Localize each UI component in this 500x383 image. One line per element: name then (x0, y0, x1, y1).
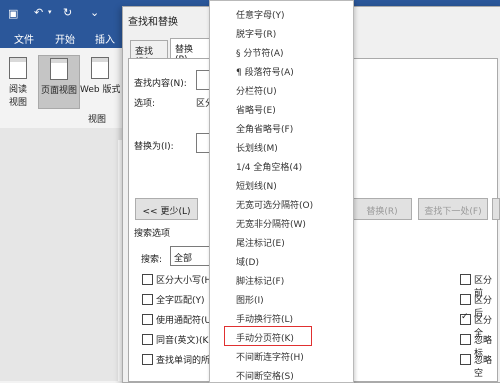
menu-item[interactable]: 图形(I) (236, 293, 264, 306)
menu-item[interactable]: 短划线(N) (236, 179, 277, 192)
page-icon (50, 58, 68, 80)
word-forms-label: 查找单词的所 (156, 356, 211, 366)
whole-word-checkbox[interactable] (142, 294, 153, 305)
sounds-like-label: 同音(英文)(K) (156, 336, 212, 346)
menu-item[interactable]: 分栏符(U) (236, 84, 277, 97)
replace-button[interactable]: 替换(R) (352, 198, 412, 220)
menu-item[interactable]: 脚注标记(F) (236, 274, 284, 287)
menu-item[interactable]: 省略号(E) (236, 103, 276, 116)
tab-insert[interactable]: 插入 (95, 31, 115, 46)
menu-item[interactable]: 手动换行符(L) (236, 312, 293, 325)
web-layout-button[interactable]: Web 版式 (80, 55, 120, 107)
ignore-space-label: 忽略空 (474, 356, 493, 379)
print-layout-button[interactable]: 页面视图 (38, 55, 80, 109)
replace-with-label: 替换为(I): (134, 142, 174, 152)
web-page-icon (91, 57, 109, 79)
menu-item[interactable]: 任意字母(Y) (236, 8, 285, 21)
redo-icon[interactable]: ↻ (63, 6, 72, 19)
book-icon (9, 57, 27, 79)
view-group-label: 视图 (88, 115, 107, 125)
menu-item[interactable]: 不间断空格(S) (236, 369, 294, 382)
undo-dropdown-icon[interactable]: ▾ (48, 8, 52, 16)
match-width-checkbox[interactable] (460, 312, 471, 325)
options-label: 选项: (134, 99, 156, 109)
tab-home[interactable]: 开始 (55, 31, 75, 46)
menu-item[interactable]: 尾注标记(E) (236, 236, 285, 249)
dialog-title: 查找和替换 (128, 17, 178, 28)
word-forms-checkbox[interactable] (142, 354, 153, 365)
menu-item[interactable]: 全角省略号(F) (236, 122, 293, 135)
menu-item[interactable]: § 分节符(A) (236, 46, 284, 59)
menu-item[interactable]: 脱字号(R) (236, 27, 276, 40)
sounds-like-checkbox[interactable] (142, 334, 153, 345)
tab-file[interactable]: 文件 (14, 31, 34, 46)
wildcards-checkbox[interactable] (142, 314, 153, 325)
read-mode-button[interactable]: 阅读 视图 (5, 55, 31, 108)
match-suffix-checkbox[interactable] (460, 294, 471, 305)
save-icon[interactable]: ▣ (8, 7, 18, 20)
search-direction-select[interactable]: 全部 (170, 246, 211, 266)
search-direction-label: 搜索: (141, 255, 163, 265)
search-options-label: 搜索选项 (134, 229, 171, 239)
customize-toolbar-icon[interactable]: ⌄ (90, 6, 99, 19)
menu-item[interactable]: 无宽非分隔符(W) (236, 217, 306, 230)
ignore-punct-checkbox[interactable] (460, 334, 471, 345)
highlight-box (224, 326, 312, 346)
menu-item[interactable]: ¶ 段落符号(A) (236, 65, 294, 78)
menu-item[interactable]: 不间断连字符(H) (236, 350, 304, 363)
menu-item[interactable]: 域(D) (236, 255, 259, 268)
wildcards-label: 使用通配符(U) (156, 316, 215, 326)
ignore-space-checkbox[interactable] (460, 354, 471, 365)
find-next-button[interactable]: 查找下一处(F) (418, 198, 488, 220)
match-case-checkbox[interactable] (142, 274, 153, 285)
menu-item[interactable]: 无宽可选分隔符(O) (236, 198, 313, 211)
tab-replace[interactable]: 替换(P) (170, 38, 210, 65)
tab-find[interactable]: 查找(D) (130, 40, 168, 67)
less-button[interactable]: << 更少(L) (135, 198, 198, 220)
undo-icon[interactable]: ↶ (34, 6, 43, 19)
whole-word-label: 全字匹配(Y) (156, 296, 205, 306)
match-prefix-checkbox[interactable] (460, 274, 471, 285)
find-what-label: 查找内容(N): (134, 79, 187, 89)
cancel-button-partial[interactable] (492, 198, 500, 220)
menu-item[interactable]: 1/4 全角空格(4) (236, 160, 302, 173)
menu-item[interactable]: 长划线(M) (236, 141, 278, 154)
match-case-label: 区分大小写(H) (156, 276, 215, 286)
